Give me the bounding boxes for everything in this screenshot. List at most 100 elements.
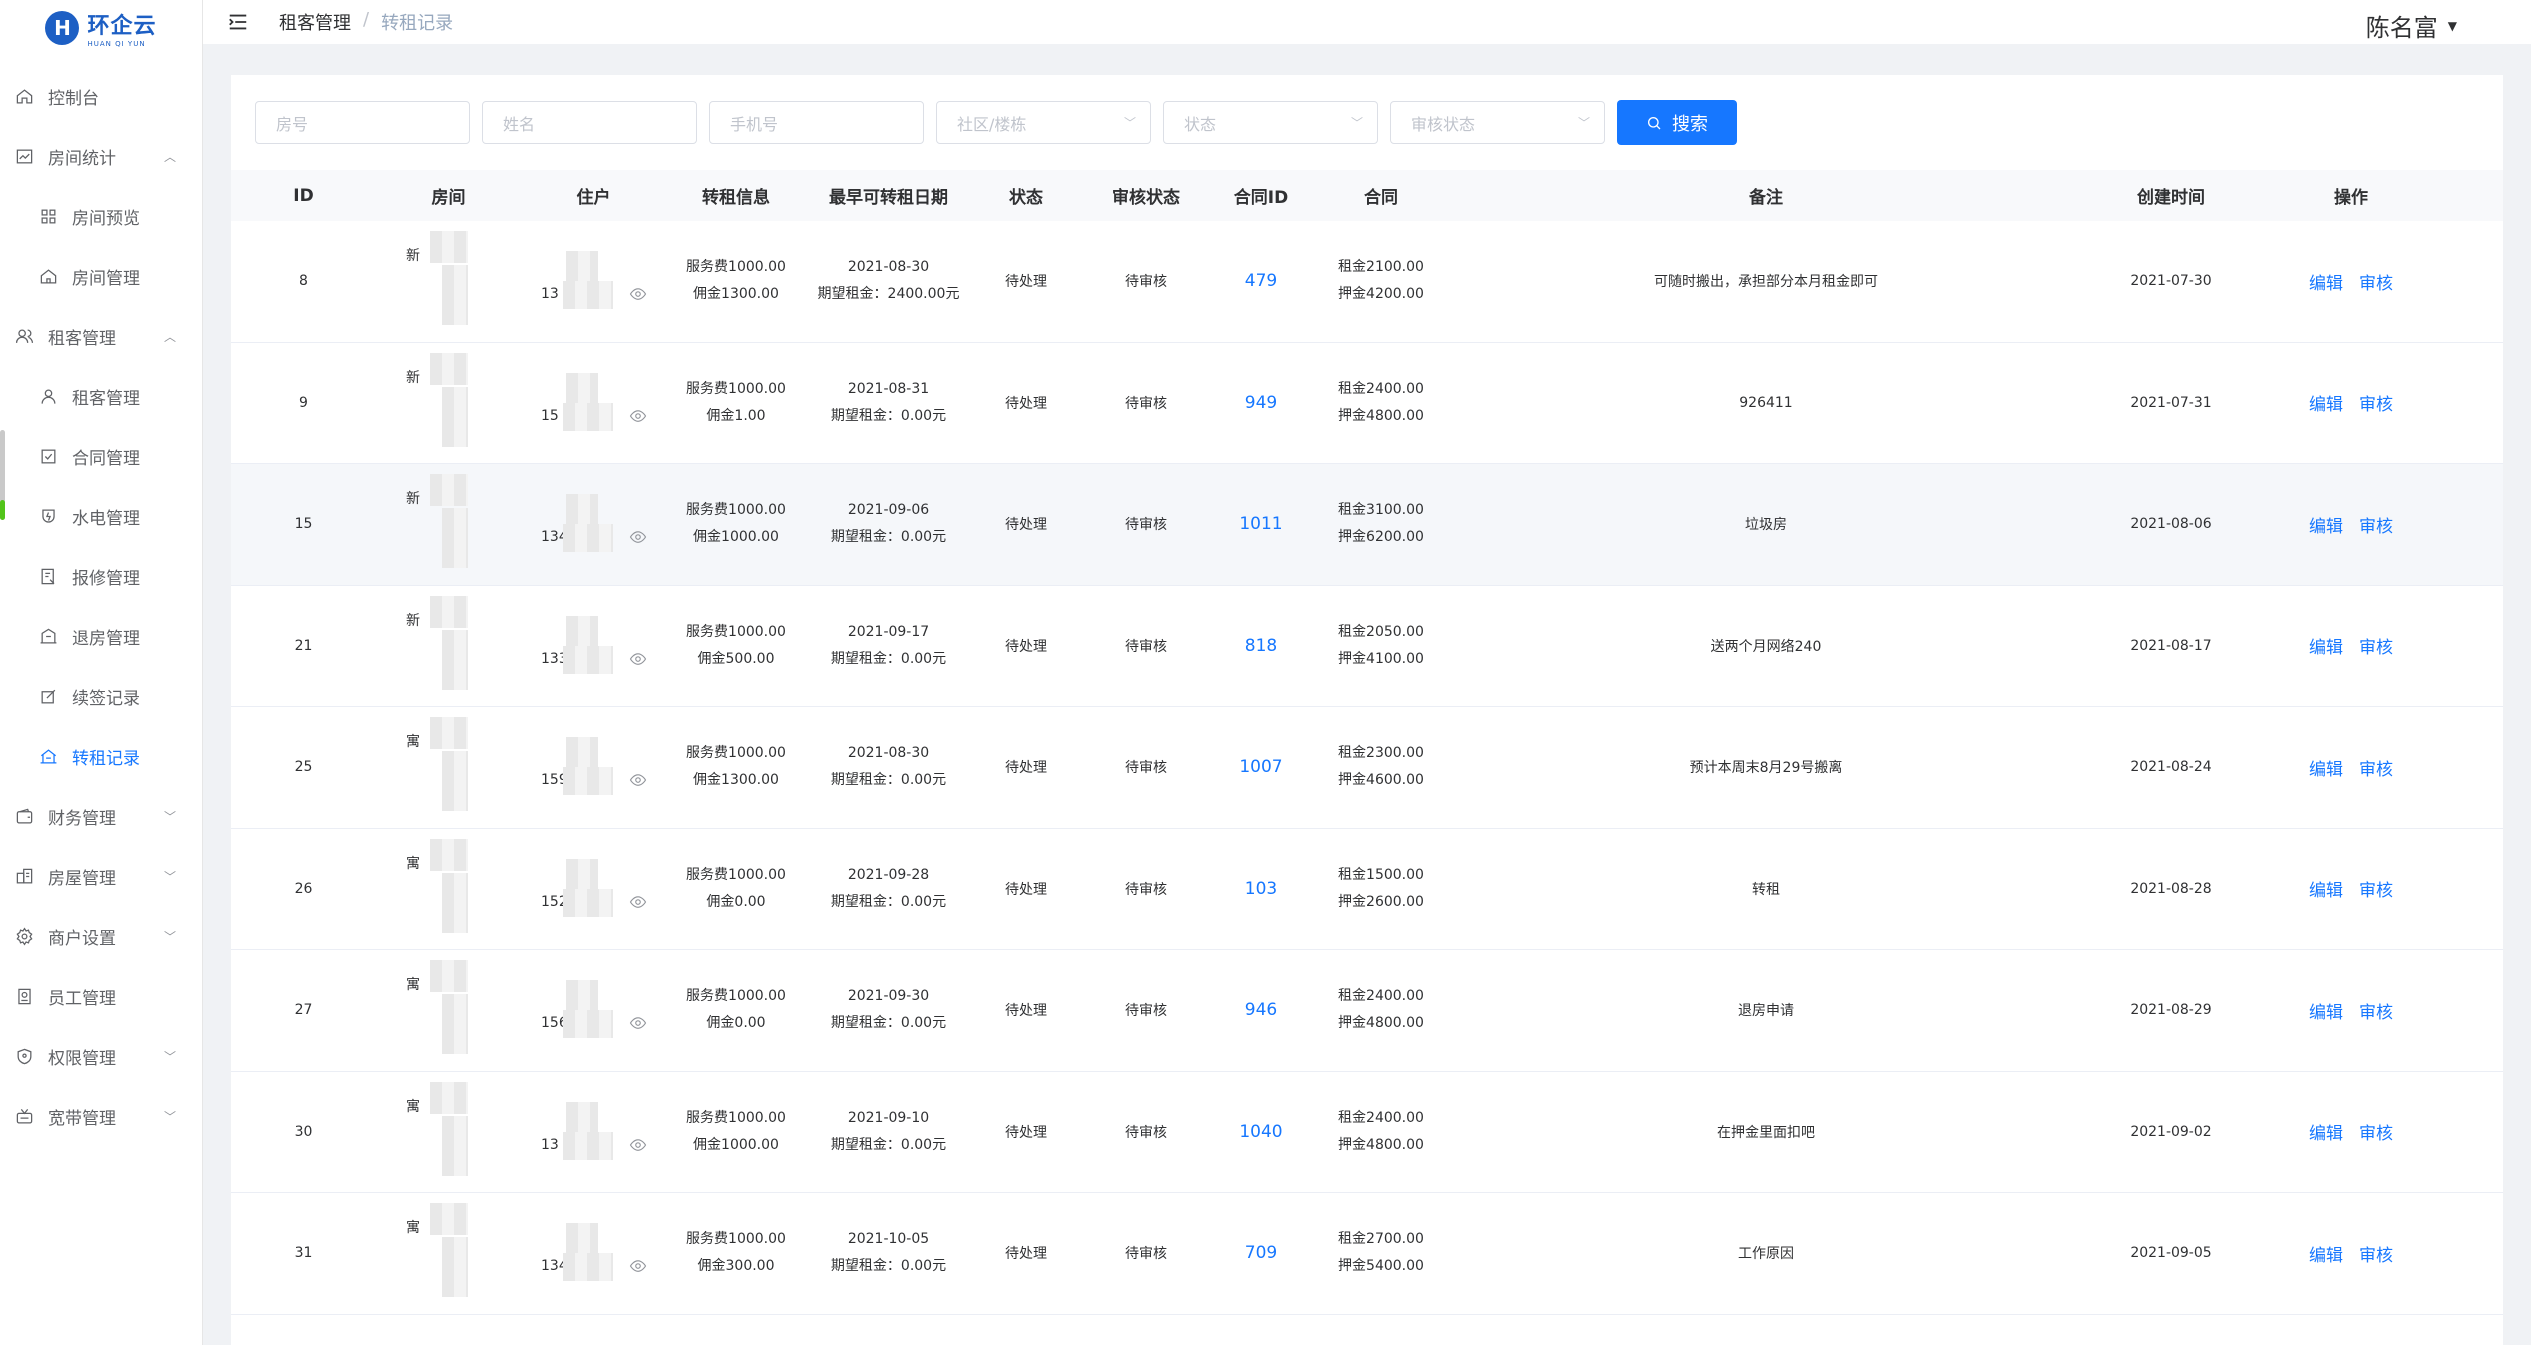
sidebar-item-11[interactable]: 转租记录: [0, 726, 202, 786]
eye-icon[interactable]: [629, 407, 647, 425]
column-header: 房间: [431, 188, 466, 208]
audit-link[interactable]: 审核: [2359, 512, 2393, 537]
edit-link[interactable]: 编辑: [2309, 390, 2343, 415]
earliest-date: 2021-09-06: [847, 502, 930, 519]
contract-id-link[interactable]: 818: [1245, 636, 1277, 656]
eye-icon[interactable]: [629, 771, 647, 789]
community-select[interactable]: 社区/楼栋 ﹀: [936, 101, 1151, 144]
remark: 转租: [1752, 881, 1780, 898]
room-name: 新: [406, 248, 420, 264]
menu-toggle-icon[interactable]: [227, 11, 249, 33]
breadcrumb: 租客管理 / 转租记录: [279, 9, 453, 35]
edit-link[interactable]: 编辑: [2309, 876, 2343, 901]
sidebar-item-15[interactable]: 员工管理: [0, 966, 202, 1026]
status: 待处理: [1005, 1003, 1047, 1020]
earliest-date: 2021-08-30: [847, 745, 930, 762]
user-menu[interactable]: 陈名富 ▼: [2366, 8, 2457, 43]
eye-icon[interactable]: [629, 1014, 647, 1032]
edit-link[interactable]: 编辑: [2309, 755, 2343, 780]
phone-input[interactable]: 手机号: [709, 101, 924, 144]
sidebar-item-label: 房间统计: [48, 148, 116, 169]
contract-id-link[interactable]: 949: [1245, 393, 1277, 413]
contract-id-link[interactable]: 1040: [1239, 1122, 1282, 1142]
audit-link[interactable]: 审核: [2359, 998, 2393, 1023]
contract-rent: 租金2300.00: [1338, 745, 1424, 762]
breadcrumb-parent[interactable]: 租客管理: [279, 9, 351, 35]
eye-icon[interactable]: [629, 650, 647, 668]
audit-status: 待审核: [1125, 517, 1167, 534]
audit-link[interactable]: 审核: [2359, 390, 2393, 415]
status-select[interactable]: 状态 ﹀: [1163, 101, 1378, 144]
audit-link[interactable]: 审核: [2359, 1241, 2393, 1266]
redacted-room: [430, 352, 468, 385]
eye-icon[interactable]: [629, 528, 647, 546]
status: 待处理: [1005, 395, 1047, 412]
audit-status-select[interactable]: 审核状态 ﹀: [1390, 101, 1605, 144]
redacted-room: [430, 838, 468, 871]
edit-link[interactable]: 编辑: [2309, 633, 2343, 658]
sidebar-item-5[interactable]: 租客管理: [0, 366, 202, 426]
column-header: 最早可转租日期: [829, 188, 948, 208]
contract-rent: 租金2400.00: [1338, 1109, 1424, 1126]
contract-deposit: 押金4200.00: [1338, 286, 1424, 303]
audit-link[interactable]: 审核: [2359, 755, 2393, 780]
sidebar-item-16[interactable]: 权限管理 ﹀: [0, 1026, 202, 1086]
sidebar-item-13[interactable]: 房屋管理 ﹀: [0, 846, 202, 906]
status: 待处理: [1005, 881, 1047, 898]
eye-icon[interactable]: [629, 1257, 647, 1275]
edit-link[interactable]: 编辑: [2309, 998, 2343, 1023]
sidebar-item-9[interactable]: 退房管理: [0, 606, 202, 666]
audit-link[interactable]: 审核: [2359, 633, 2393, 658]
audit-link[interactable]: 审核: [2359, 269, 2393, 294]
created-time: 2021-08-24: [2130, 759, 2212, 776]
redacted-tenant: [563, 1010, 613, 1038]
search-icon: [1648, 116, 1661, 129]
audit-link[interactable]: 审核: [2359, 876, 2393, 901]
contract-id-link[interactable]: 946: [1245, 1000, 1277, 1020]
status: 待处理: [1005, 517, 1047, 534]
name-input[interactable]: 姓名: [482, 101, 697, 144]
sidebar-item-0[interactable]: 控制台: [0, 66, 202, 126]
sidebar-menu: 控制台 房间统计 ︿ 房间预览 房间管理 租客管理 ︿ 租客管理 合同管理 水电管理 报修管理 退房管…: [0, 66, 202, 1146]
sidebar-item-2[interactable]: 房间预览: [0, 186, 202, 246]
sidebar-item-14[interactable]: 商户设置 ﹀: [0, 906, 202, 966]
user-icon: [38, 386, 58, 406]
contract-id-link[interactable]: 709: [1245, 1243, 1277, 1263]
logo: H 环企云 HUAN QI YUN: [0, 0, 202, 56]
edit-link[interactable]: 编辑: [2309, 1119, 2343, 1144]
sidebar-item-4[interactable]: 租客管理 ︿: [0, 306, 202, 366]
sidebar-item-3[interactable]: 房间管理: [0, 246, 202, 306]
contract-id-link[interactable]: 103: [1245, 879, 1277, 899]
redacted-room: [430, 595, 468, 628]
service-fee: 服务费1000.00: [686, 988, 786, 1005]
contract-id-link[interactable]: 479: [1245, 271, 1277, 291]
sidebar-item-1[interactable]: 房间统计 ︿: [0, 126, 202, 186]
sidebar-item-12[interactable]: 财务管理 ﹀: [0, 786, 202, 846]
edit-link[interactable]: 编辑: [2309, 269, 2343, 294]
commission: 佣金0.00: [706, 893, 766, 910]
redacted-room: [442, 508, 468, 568]
status: 待处理: [1005, 274, 1047, 291]
sidebar-item-6[interactable]: 合同管理: [0, 426, 202, 486]
contract-deposit: 押金4800.00: [1338, 1015, 1424, 1032]
eye-icon[interactable]: [629, 893, 647, 911]
room-number-input[interactable]: 房号: [255, 101, 470, 144]
sidebar-item-7[interactable]: 水电管理: [0, 486, 202, 546]
sidebar-item-8[interactable]: 报修管理: [0, 546, 202, 606]
audit-link[interactable]: 审核: [2359, 1119, 2393, 1144]
audit-status: 待审核: [1125, 1003, 1167, 1020]
contract-rent: 租金2700.00: [1338, 1231, 1424, 1248]
redacted-tenant: [566, 251, 598, 281]
contract-rent: 租金2050.00: [1338, 623, 1424, 640]
eye-icon[interactable]: [629, 1136, 647, 1154]
contract-id-link[interactable]: 1007: [1239, 757, 1282, 777]
commission: 佣金1.00: [706, 407, 766, 424]
contract-id-link[interactable]: 1011: [1239, 514, 1282, 534]
search-button[interactable]: 搜索: [1617, 100, 1737, 145]
sidebar-item-10[interactable]: 续签记录: [0, 666, 202, 726]
edit-link[interactable]: 编辑: [2309, 1241, 2343, 1266]
commission: 佣金300.00: [697, 1258, 775, 1275]
sidebar-item-17[interactable]: 宽带管理 ﹀: [0, 1086, 202, 1146]
eye-icon[interactable]: [629, 285, 647, 303]
edit-link[interactable]: 编辑: [2309, 512, 2343, 537]
